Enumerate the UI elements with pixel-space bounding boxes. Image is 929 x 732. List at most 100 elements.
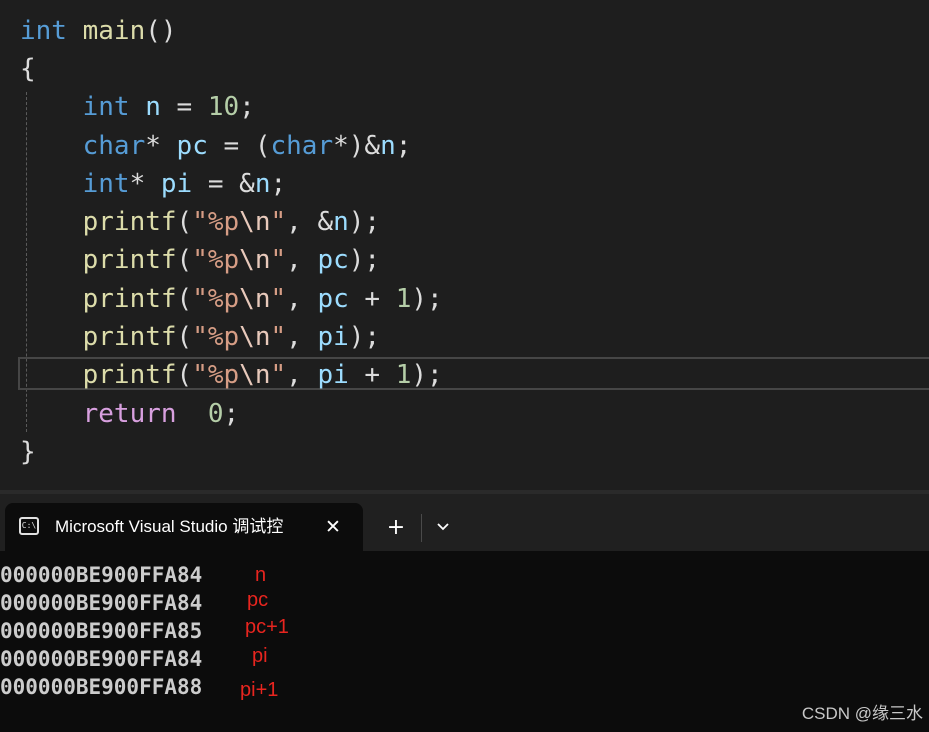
code-token: ; <box>223 399 240 429</box>
code-token: printf <box>20 207 177 237</box>
code-token: ; <box>239 92 255 122</box>
code-token: printf <box>20 360 177 390</box>
code-line: printf("%p\n", pc + 1); <box>20 280 443 318</box>
code-token: int <box>20 16 67 46</box>
code-token: ( <box>176 322 193 352</box>
output-line: 000000BE900FFA84 <box>0 647 203 671</box>
code-token: ); <box>411 360 443 390</box>
code-token: 1 <box>395 284 412 314</box>
code-token: ); <box>348 322 381 352</box>
code-token: "%p <box>192 322 240 352</box>
code-token: "%p <box>192 284 240 314</box>
terminal-icon: C:\ <box>19 517 39 535</box>
console-output[interactable]: 000000BE900FFA84 n 000000BE900FFA84 pc 0… <box>0 551 929 732</box>
terminal-tab[interactable]: C:\ Microsoft Visual Studio 调试控 ✕ <box>5 503 363 551</box>
code-token: } <box>20 437 36 467</box>
code-token: * <box>129 169 161 199</box>
code-token: pc <box>317 284 349 314</box>
code-token: \n <box>239 360 271 390</box>
annotation-label: n <box>255 564 267 586</box>
chevron-down-icon[interactable] <box>429 512 457 544</box>
code-token: int <box>20 92 130 122</box>
annotation-label: pi+1 <box>240 679 279 701</box>
code-token: \n <box>239 322 271 352</box>
code-token: ( <box>176 207 193 237</box>
code-token: 1 <box>395 360 412 390</box>
code-token: " <box>270 284 287 314</box>
code-token: ( <box>176 245 193 275</box>
output-line: 000000BE900FFA85 <box>0 619 203 643</box>
output-line: 000000BE900FFA84 <box>0 563 203 587</box>
code-line: } <box>20 433 36 471</box>
code-line: return 0; <box>20 395 240 433</box>
code-token: char <box>20 131 146 161</box>
code-token: ; <box>270 169 287 199</box>
code-token: " <box>270 360 287 390</box>
code-line: int main() <box>20 12 177 50</box>
code-line: char* pc = (char*)&n; <box>20 127 412 165</box>
code-token: pc <box>176 131 208 161</box>
code-token: + <box>348 284 396 314</box>
code-token: n <box>129 92 161 122</box>
code-token: ; <box>395 131 412 161</box>
code-token: \n <box>239 284 271 314</box>
code-token: ); <box>348 207 381 237</box>
code-token: , <box>286 322 318 352</box>
code-token: pi <box>160 169 193 199</box>
new-tab-button[interactable]: + <box>380 512 412 544</box>
code-token: pi <box>317 322 349 352</box>
code-token: + <box>348 360 396 390</box>
code-token: " <box>270 207 287 237</box>
code-line: printf("%p\n", pi + 1); <box>20 356 443 394</box>
code-line: printf("%p\n", &n); <box>20 203 380 241</box>
code-token: * <box>145 131 177 161</box>
code-token: "%p <box>192 245 240 275</box>
code-token: pc <box>317 245 349 275</box>
annotation-label: pc <box>247 589 269 611</box>
code-token: = <box>160 92 208 122</box>
close-icon[interactable]: ✕ <box>319 513 347 541</box>
code-token: \n <box>239 245 271 275</box>
titlebar-separator <box>421 514 422 542</box>
code-line: { <box>20 50 36 88</box>
code-token: () <box>145 16 177 46</box>
code-token: main <box>66 16 146 46</box>
code-token: *)& <box>333 131 381 161</box>
code-token: "%p <box>192 207 240 237</box>
code-line: int* pi = &n; <box>20 165 287 203</box>
annotation-label: pc+1 <box>245 616 289 638</box>
code-token: pi <box>317 360 349 390</box>
code-editor[interactable]: int main(){ int n = 10; char* pc = (char… <box>0 0 929 490</box>
code-token: n <box>333 207 349 237</box>
code-token: = & <box>192 169 255 199</box>
output-line: 000000BE900FFA84 <box>0 591 203 615</box>
code-token: ); <box>348 245 381 275</box>
code-token: , <box>286 284 318 314</box>
tab-title: Microsoft Visual Studio 调试控 <box>55 517 284 536</box>
code-token: printf <box>20 245 177 275</box>
code-token: char <box>270 131 334 161</box>
code-token: " <box>270 245 287 275</box>
terminal-titlebar: C:\ Microsoft Visual Studio 调试控 ✕ + <box>0 494 929 551</box>
code-token: int <box>20 169 130 199</box>
code-token: ( <box>176 360 193 390</box>
code-token: " <box>270 322 287 352</box>
output-line: 000000BE900FFA88 <box>0 675 203 699</box>
code-token: = ( <box>207 131 271 161</box>
code-token: \n <box>239 207 271 237</box>
annotation-label: pi <box>252 645 268 667</box>
code-token: n <box>380 131 396 161</box>
code-line: printf("%p\n", pi); <box>20 318 380 356</box>
code-token: 0 <box>207 399 224 429</box>
code-line: printf("%p\n", pc); <box>20 241 380 279</box>
code-line: int n = 10; <box>20 88 255 126</box>
watermark: CSDN @缘三水 <box>801 704 923 723</box>
chevron-down-glyph <box>437 523 449 531</box>
code-token: { <box>20 54 36 84</box>
code-token: return <box>20 399 177 429</box>
code-token: , <box>286 245 318 275</box>
code-token: ( <box>176 284 193 314</box>
code-token: 10 <box>207 92 240 122</box>
code-token: , <box>286 360 318 390</box>
